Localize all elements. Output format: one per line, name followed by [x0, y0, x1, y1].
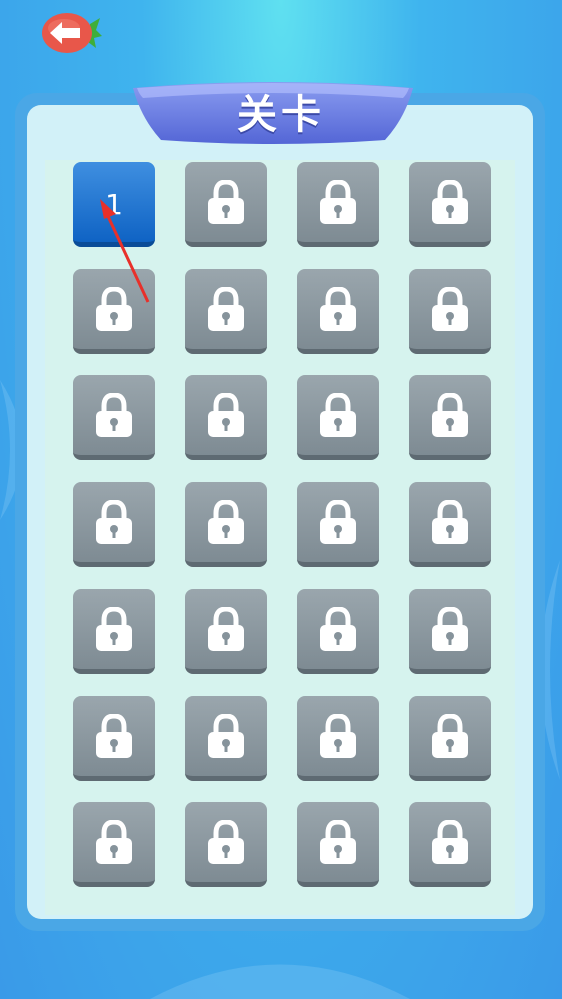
- lock-icon: [206, 499, 246, 546]
- locked-level-tile[interactable]: [185, 802, 267, 887]
- lock-icon: [430, 819, 470, 866]
- lock-icon: [318, 286, 358, 333]
- level-number: 1: [105, 188, 123, 221]
- locked-level-tile[interactable]: [409, 696, 491, 781]
- locked-level-tile[interactable]: [297, 162, 379, 247]
- back-button[interactable]: [40, 10, 102, 56]
- locked-level-tile[interactable]: [73, 696, 155, 781]
- locked-level-tile[interactable]: [73, 375, 155, 460]
- lock-icon: [94, 606, 134, 653]
- lock-icon: [318, 606, 358, 653]
- lock-icon: [94, 392, 134, 439]
- lock-icon: [430, 713, 470, 760]
- locked-level-tile[interactable]: [73, 589, 155, 674]
- lock-icon: [430, 392, 470, 439]
- locked-level-tile[interactable]: [297, 696, 379, 781]
- locked-level-tile[interactable]: [73, 482, 155, 567]
- locked-level-tile[interactable]: [185, 375, 267, 460]
- locked-level-tile[interactable]: [409, 162, 491, 247]
- lock-icon: [318, 713, 358, 760]
- lock-icon: [318, 499, 358, 546]
- locked-level-tile[interactable]: [73, 269, 155, 354]
- locked-level-tile[interactable]: [185, 696, 267, 781]
- lock-icon: [206, 392, 246, 439]
- background-leaf-decoration: [150, 964, 410, 999]
- lock-icon: [318, 392, 358, 439]
- locked-level-tile[interactable]: [409, 375, 491, 460]
- locked-level-tile[interactable]: [185, 162, 267, 247]
- locked-level-tile[interactable]: [409, 802, 491, 887]
- lock-icon: [430, 179, 470, 226]
- lock-icon: [206, 286, 246, 333]
- locked-level-tile[interactable]: [73, 802, 155, 887]
- locked-level-tile[interactable]: [185, 269, 267, 354]
- locked-level-tile[interactable]: [185, 482, 267, 567]
- lock-icon: [206, 819, 246, 866]
- lock-icon: [430, 286, 470, 333]
- lock-icon: [430, 499, 470, 546]
- lock-icon: [94, 819, 134, 866]
- locked-level-tile[interactable]: [297, 375, 379, 460]
- page-title: 关卡: [237, 92, 325, 138]
- locked-level-tile[interactable]: [297, 589, 379, 674]
- lock-icon: [206, 713, 246, 760]
- lock-icon: [318, 179, 358, 226]
- lock-icon: [318, 819, 358, 866]
- lock-icon: [206, 179, 246, 226]
- locked-level-tile[interactable]: [297, 802, 379, 887]
- locked-level-tile[interactable]: [409, 482, 491, 567]
- locked-level-tile[interactable]: [185, 589, 267, 674]
- lock-icon: [94, 286, 134, 333]
- level-tile-1[interactable]: 1: [73, 162, 155, 247]
- lock-icon: [430, 606, 470, 653]
- locked-level-tile[interactable]: [409, 269, 491, 354]
- locked-level-tile[interactable]: [297, 269, 379, 354]
- locked-level-tile[interactable]: [297, 482, 379, 567]
- lock-icon: [206, 606, 246, 653]
- lock-icon: [94, 713, 134, 760]
- locked-level-tile[interactable]: [409, 589, 491, 674]
- lock-icon: [94, 499, 134, 546]
